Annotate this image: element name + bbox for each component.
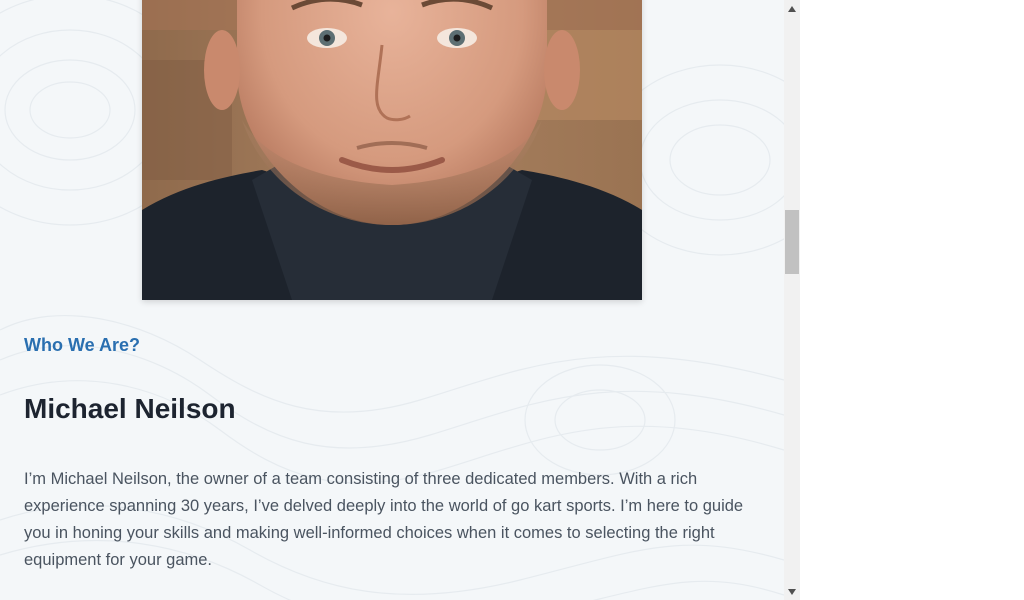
- scroll-down-button[interactable]: [784, 583, 800, 600]
- triangle-down-icon: [788, 588, 796, 595]
- team-member-photo: [142, 0, 642, 300]
- team-member-name: Michael Neilson: [24, 393, 236, 424]
- scrollbar-thumb[interactable]: [785, 210, 799, 274]
- blank-area: [800, 0, 1024, 600]
- page-content: Who We Are? Michael Neilson I’m Michael …: [0, 0, 784, 600]
- scroll-up-button[interactable]: [784, 0, 800, 17]
- section-eyebrow: Who We Are?: [24, 335, 140, 355]
- team-member-bio: I’m Michael Neilson, the owner of a team…: [24, 470, 744, 569]
- vertical-scrollbar[interactable]: [784, 0, 800, 600]
- triangle-up-icon: [788, 5, 796, 12]
